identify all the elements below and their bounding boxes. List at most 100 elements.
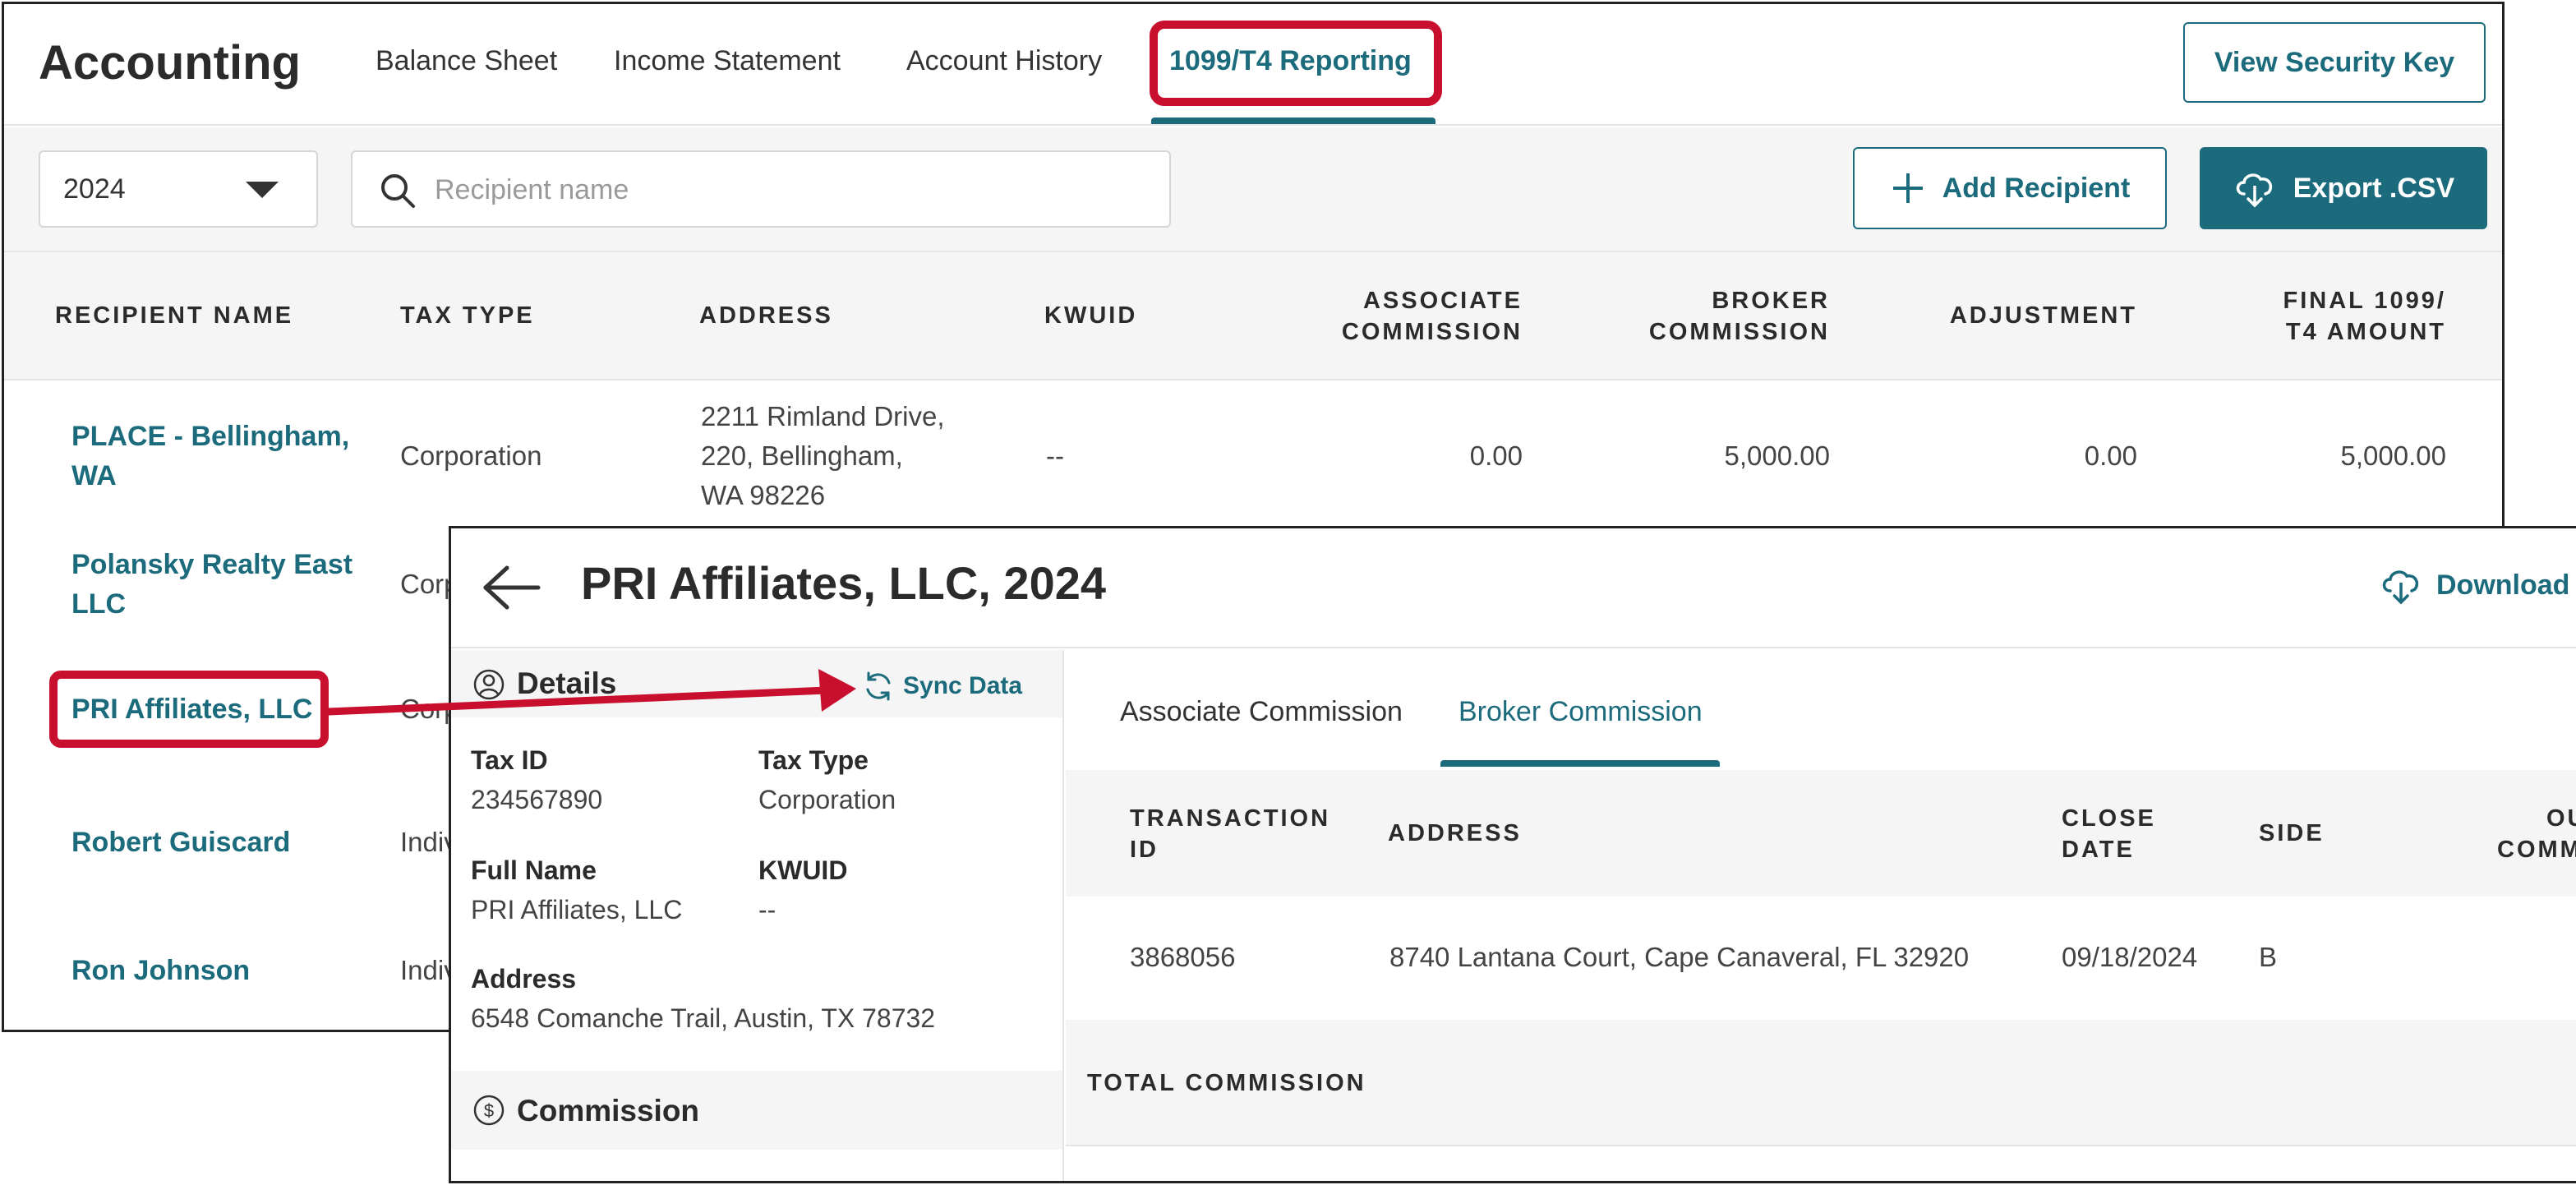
col-header-comm-line2: COMM: [2497, 837, 2576, 863]
tab-account-history[interactable]: Account History: [906, 45, 1102, 77]
col-header-transaction-line2: ID: [1130, 837, 1159, 863]
col-header-transaction-line1: TRANSACTION: [1130, 805, 1331, 832]
col-header-address[interactable]: ADDRESS: [1388, 818, 1522, 849]
year-select[interactable]: 2024: [39, 150, 318, 228]
add-recipient-button[interactable]: Add Recipient: [1853, 147, 2167, 229]
associate-commission-cell: 0.00: [1469, 440, 1523, 471]
export-csv-label: Export .CSV: [2293, 172, 2455, 204]
tax-type-label: Tax Type: [758, 745, 869, 775]
col-header-address[interactable]: ADDRESS: [699, 300, 833, 331]
view-security-key-button[interactable]: View Security Key: [2183, 22, 2486, 103]
commission-section-title: Commission: [517, 1094, 700, 1127]
filter-bar: 2024 Add Recipient Export .CSV: [4, 127, 2502, 252]
side-cell: B: [2259, 942, 2278, 972]
tab-balance-sheet[interactable]: Balance Sheet: [376, 45, 557, 77]
recipient-link-place-bellingham[interactable]: PLACE - Bellingham, WA: [71, 417, 349, 496]
recipients-table-header: RECIPIENT NAME TAX TYPE ADDRESS KWUID AS…: [4, 252, 2502, 380]
recipient-name-line2: WA: [71, 460, 117, 491]
sync-icon: [866, 671, 891, 701]
page-title: Accounting: [39, 36, 301, 90]
total-commission-label: TOTAL COMMISSION: [1087, 1070, 1366, 1096]
sync-data-label: Sync Data: [903, 672, 1023, 699]
col-header-recipient[interactable]: RECIPIENT NAME: [55, 300, 293, 331]
panel-header: PRI Affiliates, LLC, 2024 Download: [451, 528, 2576, 648]
recipient-link-robert-guiscard[interactable]: Robert Guiscard: [71, 823, 290, 862]
tab-associate-commission[interactable]: Associate Commission: [1120, 696, 1403, 728]
top-navigation-bar: Accounting Balance Sheet Income Statemen…: [4, 4, 2502, 126]
sync-data-button[interactable]: Sync Data: [862, 670, 1022, 703]
col-header-broker-line1: BROKER: [1712, 288, 1830, 314]
full-name-label: Full Name: [471, 855, 597, 885]
tab-broker-commission[interactable]: Broker Commission: [1459, 696, 1703, 728]
commission-tabs: Associate Commission Broker Commission: [1066, 650, 2576, 770]
address-line1: 2211 Rimland Drive,: [701, 401, 945, 431]
col-header-adjustment[interactable]: ADJUSTMENT: [1891, 300, 2137, 331]
col-header-side[interactable]: SIDE: [2259, 818, 2325, 849]
recipient-link-polansky[interactable]: Polansky Realty East LLC: [71, 545, 353, 624]
col-header-commission-truncated[interactable]: OU COMM: [2497, 803, 2576, 865]
commission-section-header: $ Commission: [451, 1071, 1062, 1150]
tab-income-statement[interactable]: Income Statement: [614, 45, 841, 77]
broker-commission-cell: 5,000.00: [1724, 440, 1830, 471]
col-header-broker-commission[interactable]: BROKER COMMISSION: [1549, 285, 1830, 348]
col-header-associate-line1: ASSOCIATE: [1362, 288, 1523, 314]
recipient-name-line2: LLC: [71, 588, 127, 620]
year-select-value: 2024: [63, 173, 126, 205]
search-icon: [381, 174, 415, 208]
final-amount-cell: 5,000.00: [2340, 440, 2446, 471]
recipient-name-line1: PLACE - Bellingham,: [71, 421, 350, 452]
tax-id-value: 234567890: [471, 785, 603, 814]
transaction-id-cell: 3868056: [1130, 942, 1236, 972]
download-button[interactable]: Download: [2379, 563, 2569, 607]
total-commission-row: TOTAL COMMISSION 2: [1066, 1020, 2576, 1146]
col-header-associate-line2: COMMISSION: [1341, 319, 1523, 345]
full-name-value: PRI Affiliates, LLC: [471, 895, 683, 924]
tax-id-label: Tax ID: [471, 745, 548, 775]
back-arrow-icon[interactable]: [481, 563, 543, 612]
close-date-cell: 09/18/2024: [2062, 942, 2198, 972]
col-header-tax-type[interactable]: TAX TYPE: [400, 300, 535, 331]
download-label: Download: [2436, 569, 2570, 601]
col-header-close-date[interactable]: CLOSE DATE: [2062, 803, 2156, 865]
recipient-search-input[interactable]: [435, 172, 1141, 208]
plus-icon: [1892, 173, 1923, 203]
col-header-comm-line1: OU: [2546, 805, 2576, 832]
col-header-kwuid[interactable]: KWUID: [1044, 300, 1137, 331]
recipient-link-ron-johnson[interactable]: Ron Johnson: [71, 951, 250, 990]
col-header-final-line2: T4 AMOUNT: [2285, 319, 2446, 345]
tax-type-value: Corporation: [758, 785, 896, 814]
export-csv-button[interactable]: Export .CSV: [2200, 147, 2487, 229]
recipient-callout-highlight: [49, 671, 329, 748]
kwuid-value: --: [758, 895, 776, 924]
svg-text:$: $: [484, 1100, 494, 1121]
col-header-broker-line2: COMMISSION: [1648, 319, 1830, 345]
col-header-final-amount[interactable]: FINAL 1099/ T4 AMOUNT: [2182, 285, 2446, 348]
user-circle-icon: [473, 669, 505, 700]
details-sidebar: Details Sync Data Tax ID 234567890 Tax T…: [451, 650, 1064, 1181]
details-section-title: Details: [517, 666, 617, 700]
transactions-table-header: TRANSACTION ID ADDRESS CLOSE DATE SIDE O…: [1066, 770, 2576, 897]
col-header-transaction-id[interactable]: TRANSACTION ID: [1130, 803, 1330, 865]
dollar-circle-icon: $: [473, 1095, 505, 1126]
view-security-key-label: View Security Key: [2214, 46, 2455, 78]
kwuid-cell: --: [1046, 440, 1064, 471]
col-header-close-line1: CLOSE: [2062, 805, 2156, 832]
address-cell: 2211 Rimland Drive, 220, Bellingham, WA …: [701, 397, 945, 515]
kwuid-label: KWUID: [758, 855, 848, 885]
address-line3: WA 98226: [701, 480, 826, 510]
active-tab-indicator: [1151, 118, 1435, 124]
cloud-download-icon: [2382, 570, 2419, 605]
col-header-associate-commission[interactable]: ASSOCIATE COMMISSION: [1237, 285, 1523, 348]
col-header-final-line1: FINAL 1099/: [2283, 288, 2446, 314]
address-label: Address: [471, 964, 577, 994]
cloud-download-icon: [2236, 173, 2272, 208]
details-section-header: Details Sync Data: [451, 650, 1062, 717]
address-value: 6548 Comanche Trail, Austin, TX 78732: [471, 1003, 936, 1033]
address-line2: 220, Bellingham,: [701, 440, 903, 471]
search-box[interactable]: [351, 150, 1171, 228]
add-recipient-label: Add Recipient: [1942, 172, 2131, 204]
adjustment-cell: 0.00: [2084, 440, 2137, 471]
recipient-name-line1: Polansky Realty East: [71, 549, 353, 580]
chevron-down-icon: [246, 182, 279, 198]
active-tab-indicator: [1440, 760, 1720, 767]
